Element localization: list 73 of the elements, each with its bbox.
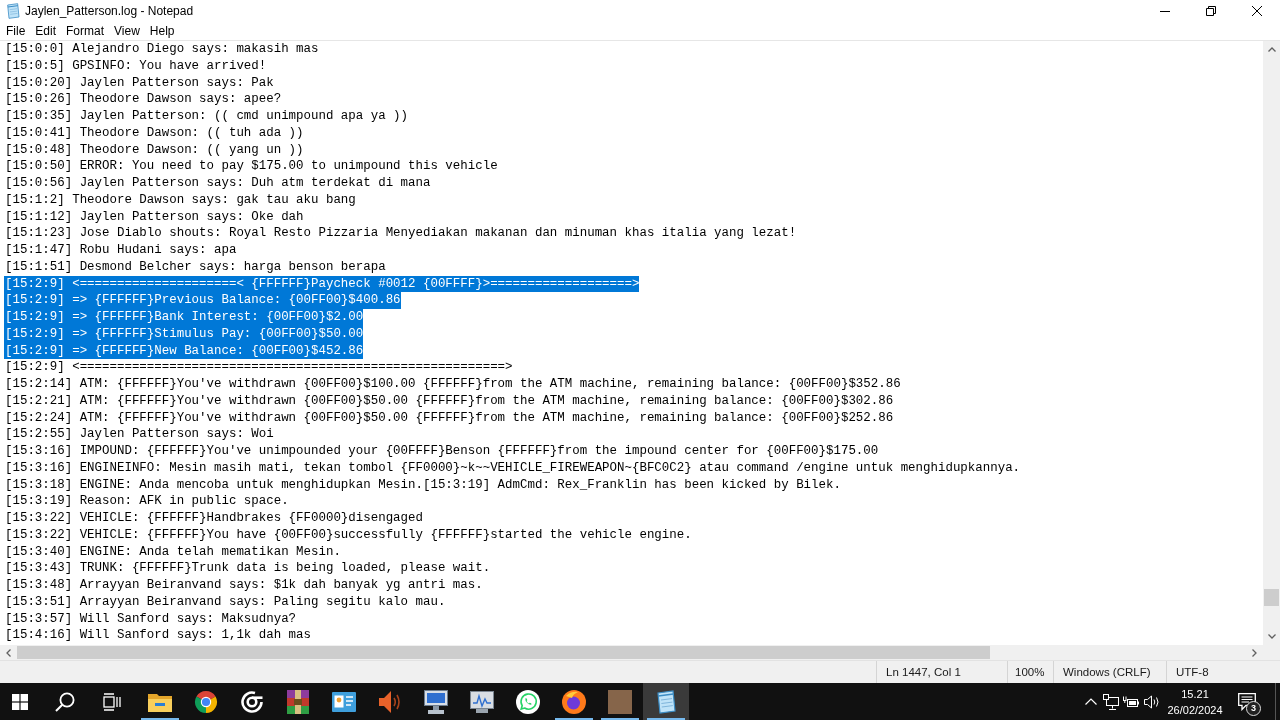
log-line: [15:2:21] ATM: {FFFFFF}You've withdrawn {00FF00}$50.00 {FFFFFF}from the ATM machine, remaining balance: {00FF00}$302.86: [4, 392, 894, 410]
log-line: [15:3:22] VEHICLE: {FFFFFF}Handbrakes {FF0000}disengaged: [4, 510, 423, 527]
close-icon: [1252, 6, 1262, 16]
window-title: Jaylen_Patterson.log - Notepad: [25, 4, 194, 18]
log-line: [15:3:48] Arrayyan Beiranvand says: $1k dah banyak yg antri mas.: [4, 577, 483, 594]
log-line: [15:0:26] Theodore Dawson says: apee?: [4, 91, 282, 108]
vertical-scrollbar[interactable]: [1263, 41, 1280, 645]
log-line: [15:3:16] ENGINEINFO: Mesin masih mati, tekan tombol {FF0000}~k~~VEHICLE_FIREWEAPON~{BFC0C2} atau command /engine untuk menghidupkannya.: [4, 459, 1021, 477]
log-line: [15:3:57] Will Sanford says: Maksudnya?: [4, 610, 297, 628]
menu-item[interactable]: View: [109, 23, 145, 39]
menu-item[interactable]: Format: [61, 23, 110, 39]
clock-date: 26/02/2024: [1167, 702, 1223, 718]
books-stack-icon: [287, 689, 309, 714]
menu-item[interactable]: Edit: [30, 23, 62, 39]
log-line: [15:3:18] ENGINE: Anda mencoba untuk menghidupkan Mesin.[15:3:19] AdmCmd: Rex_Franklin has been kicked by Bilek.: [4, 476, 841, 494]
log-line: [15:2:14] ATM: {FFFFFF}You've withdrawn {00FF00}$100.00 {FFFFFF}from the ATM machine, remaining balance: {00FF00}$352.86: [4, 376, 901, 393]
horizontal-scrollbar[interactable]: [0, 645, 1263, 660]
log-line: [15:2:9] <=========================================================>: [4, 359, 513, 376]
notification-icon[interactable]: [1238, 692, 1256, 711]
folder-icon: [148, 691, 172, 712]
notepad-icon: [654, 689, 678, 714]
log-line: [15:0:20] Jaylen Patterson says: Pak: [4, 74, 274, 92]
zoom-level: 100%: [1015, 666, 1045, 678]
menu-item[interactable]: File: [1, 23, 31, 39]
encoding: UTF-8: [1176, 666, 1209, 678]
log-line: [15:3:22] VEHICLE: {FFFFFF}You have {00FF00}successfully {FFFFFF}started the vehicle engine.: [4, 526, 692, 544]
log-line: [15:2:24] ATM: {FFFFFF}You've withdrawn {00FF00}$50.00 {FFFFFF}from the ATM machine, remaining balance: {00FF00}$252.86: [4, 409, 894, 427]
chat-bubble-icon: [516, 689, 540, 714]
log-line: [15:1:2] Theodore Dawson says: gak tau aku bang: [4, 191, 356, 209]
log-line: [15:3:16] IMPOUND: {FFFFFF}You've unimpounded your {00FFFF}Benson {FFFFFF}from the impound center for {00FF00}$175.00: [4, 443, 879, 460]
log-line: [15:1:23] Jose Diablo shouts: Royal Resto Pizzaria Menyediakan makanan dan minuman khas italia yang lezat!: [4, 225, 797, 242]
notification-count: 3: [1246, 700, 1261, 716]
log-line: [15:0:48] Theodore Dawson: (( yang un )): [4, 141, 304, 159]
log-line: [15:0:0] Alejandro Diego says: makasih mas: [4, 41, 319, 58]
flame-globe-icon: [562, 689, 586, 714]
log-line: [15:3:51] Arrayyan Beiranvand says: Paling segitu kalo mau.: [4, 593, 446, 611]
log-line: [15:1:12] Jaylen Patterson says: Oke dah: [4, 208, 304, 226]
search-icon: [55, 691, 75, 712]
log-line: [15:3:43] TRUNK: {FFFFFF}Trunk data is being loaded, please wait.: [4, 560, 491, 577]
log-line: [15:0:35] Jaylen Patterson: (( cmd unimpound apa ya )): [4, 108, 409, 125]
log-line: [15:0:50] ERROR: You need to pay $175.00 to unimpound this vehicle: [4, 158, 498, 175]
segmented-circle-icon: [194, 689, 218, 714]
log-line: [15:0:5] GPSINFO: You have arrived!: [4, 57, 267, 75]
cursor-position: Ln 1447, Col 1: [886, 666, 961, 678]
clock-time: 15.21: [1181, 686, 1209, 702]
log-line: [15:1:51] Desmond Belcher says: harga benson berapa: [4, 258, 386, 276]
log-line: [15:3:40] ENGINE: Anda telah mematikan Mesin.: [4, 543, 341, 561]
network-icon[interactable]: [1103, 693, 1119, 710]
menu-item[interactable]: Help: [144, 23, 180, 39]
restore-icon: [1206, 6, 1216, 16]
volume-icon[interactable]: [1144, 694, 1160, 709]
minimize-icon: [1160, 10, 1170, 12]
log-line: [15:2:55] Jaylen Patterson says: Woi: [4, 426, 274, 443]
battery-icon[interactable]: [1123, 695, 1139, 708]
log-line: [15:0:41] Theodore Dawson: (( tuh ada )): [4, 124, 304, 142]
scrollbar-thumb[interactable]: [1264, 589, 1279, 606]
taskbar-button[interactable]: [643, 683, 689, 720]
monitor-icon: [424, 689, 448, 714]
line-ending: Windows (CRLF): [1063, 666, 1151, 678]
log-line: [15:3:19] Reason: AFK in public space.: [4, 493, 289, 510]
chevron-up-icon[interactable]: [1085, 698, 1097, 705]
scrollbar-thumb[interactable]: [17, 646, 990, 659]
chart-window-icon: [470, 690, 494, 713]
card-window-icon: [332, 691, 356, 712]
log-line: [15:1:47] Robu Hudani says: apa: [4, 242, 237, 259]
log-line: [15:0:56] Jaylen Patterson says: Duh atm terdekat di mana: [4, 175, 431, 192]
ring-icon: [240, 689, 264, 714]
windows-logo-icon: [12, 693, 28, 710]
photo-tile-icon: [608, 689, 632, 714]
speaker-icon: [379, 689, 401, 714]
task-view-icon: [103, 692, 121, 711]
notepad-icon: [5, 3, 21, 19]
log-line: [15:4:16] Will Sanford says: 1,1k dah mas: [4, 627, 311, 644]
